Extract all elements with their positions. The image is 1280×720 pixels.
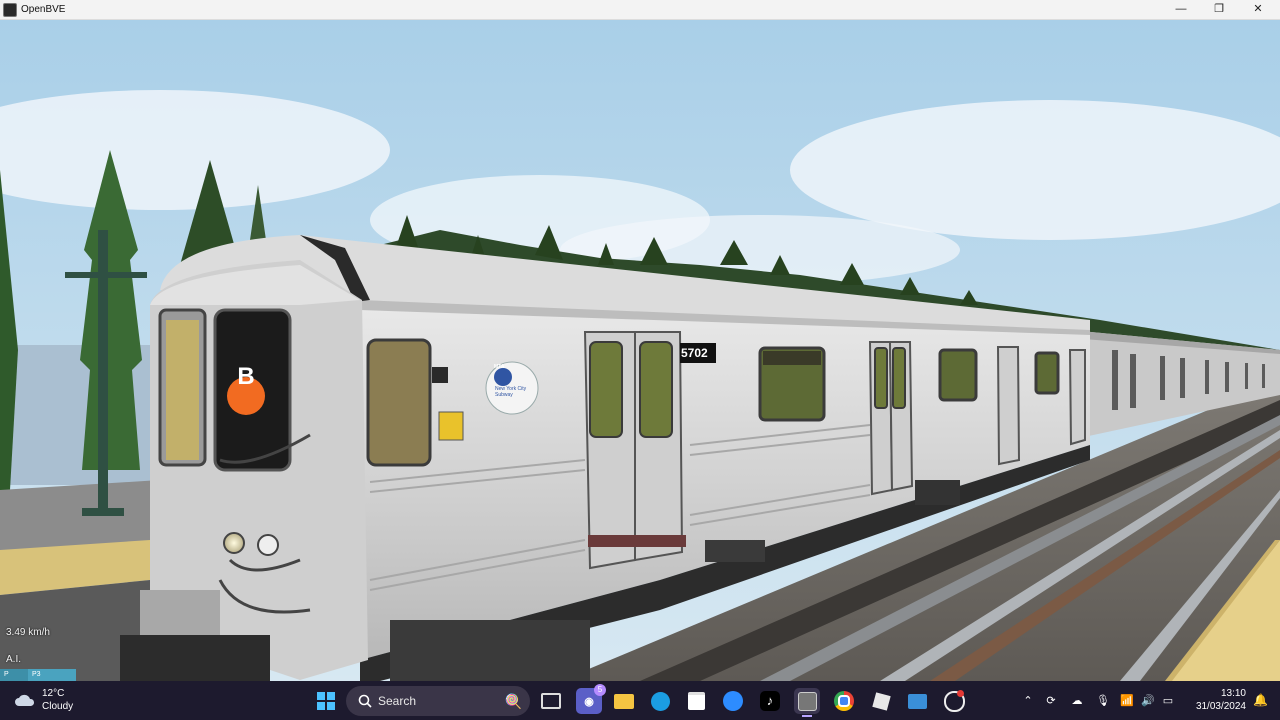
search-icon: [358, 694, 372, 708]
chat-button[interactable]: ◉ 5: [576, 684, 606, 714]
speed-readout: 3.49 km/h: [6, 627, 50, 638]
mta-logo-mark: MTA: [494, 364, 505, 370]
openbve-icon: [797, 691, 817, 711]
weather-desc: Cloudy: [42, 701, 74, 712]
windows-taskbar: 12°C Cloudy Search 🍭 ◉ 5 ♪ ⌃ ⟳ ☁ 🎙 📶 🔊 ▭…: [0, 681, 1280, 720]
cloud-icon: [15, 694, 35, 706]
chat-icon: ◉: [584, 695, 594, 708]
wifi-icon[interactable]: 📶: [1116, 694, 1138, 707]
task-view-icon: [541, 693, 561, 709]
nyc-subway-logo-text: New York City Subway: [495, 386, 527, 398]
zoom-button[interactable]: [720, 688, 746, 714]
recorder-button[interactable]: [941, 688, 967, 714]
car-number-plate: 5702: [681, 346, 708, 360]
route-bullet: B: [237, 363, 255, 390]
battery-icon[interactable]: ▭: [1158, 694, 1178, 707]
roblox-icon: [871, 691, 891, 711]
edge-icon: [650, 691, 670, 711]
volume-icon[interactable]: 🔊: [1138, 694, 1158, 707]
active-indicator: [802, 715, 812, 717]
chevron-up-icon[interactable]: ⌃: [1018, 694, 1038, 707]
openbve-app-icon: [3, 2, 17, 17]
hud-status-bar: P P3: [0, 669, 76, 681]
chrome-icon: [834, 691, 854, 711]
window-titlebar: OpenBVE — ❐ ✕: [0, 0, 1280, 20]
search-highlight-icon: 🍭: [504, 692, 522, 709]
scene-render: [0, 20, 1280, 681]
close-button[interactable]: ✕: [1238, 0, 1278, 19]
hud-bar-right: P3: [28, 669, 76, 681]
hud-bar-left: P: [0, 669, 28, 681]
chrome-button[interactable]: [831, 688, 857, 714]
window-title: OpenBVE: [21, 4, 66, 15]
onedrive-icon[interactable]: ☁: [1064, 694, 1090, 707]
search-placeholder: Search: [378, 694, 417, 708]
windows-logo-icon: [317, 692, 335, 710]
clock-time: 13:10: [1220, 688, 1246, 699]
zoom-icon: [723, 691, 743, 711]
roblox-button[interactable]: [868, 688, 894, 714]
clock-date: 31/03/2024: [1195, 701, 1246, 712]
ai-mode-indicator: A.I.: [6, 654, 22, 665]
clock[interactable]: 13:10 31/03/2024: [1196, 687, 1246, 713]
minimize-button[interactable]: —: [1161, 0, 1201, 19]
weather-temp: 12°C: [42, 688, 65, 699]
tiktok-icon: ♪: [760, 691, 780, 711]
openbve-taskbar-button[interactable]: [794, 688, 820, 717]
folder-icon: [614, 693, 634, 709]
tiktok-button[interactable]: ♪: [757, 688, 783, 714]
sync-icon[interactable]: ⟳: [1038, 694, 1064, 707]
app-icon: [907, 693, 927, 709]
taskbar-search[interactable]: Search 🍭: [346, 686, 530, 716]
app-button[interactable]: [904, 688, 930, 714]
microphone-icon[interactable]: 🎙: [1090, 694, 1116, 707]
file-explorer-button[interactable]: [611, 688, 637, 714]
task-view-button[interactable]: [538, 688, 564, 714]
system-tray: ⌃ ⟳ ☁ 🎙 📶 🔊 ▭: [1018, 681, 1178, 720]
store-button[interactable]: [683, 688, 709, 714]
maximize-button[interactable]: ❐: [1199, 0, 1239, 19]
start-button[interactable]: [313, 688, 339, 714]
weather-widget[interactable]: 12°C Cloudy: [14, 687, 73, 713]
edge-button[interactable]: [647, 688, 673, 714]
chat-badge: 5: [594, 684, 606, 696]
record-dot-icon: [957, 690, 964, 697]
store-icon: [687, 692, 705, 710]
notification-bell-icon[interactable]: 🔔: [1253, 693, 1268, 707]
simulator-viewport[interactable]: B 5702 MTA New York City Subway: [0, 20, 1280, 681]
